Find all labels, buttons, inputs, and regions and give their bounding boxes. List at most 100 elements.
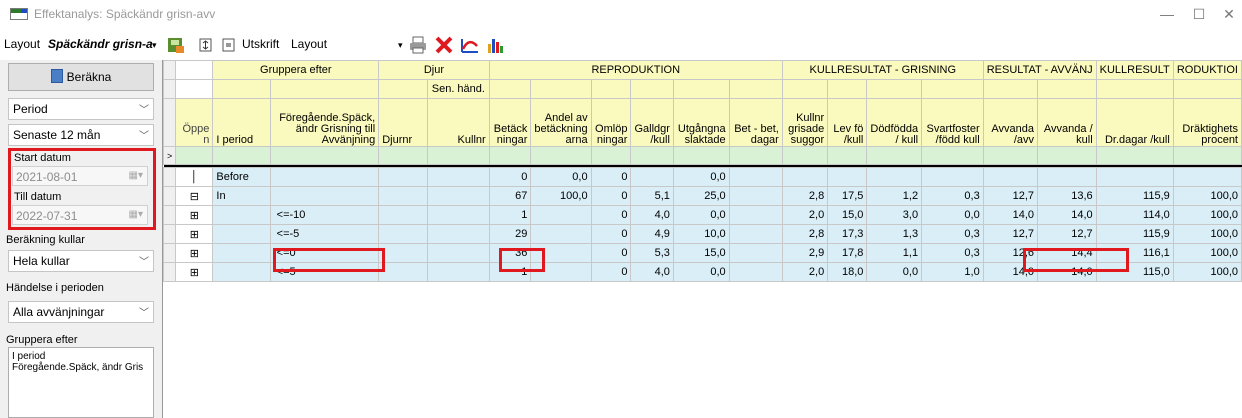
cell-betbet[interactable] (728, 224, 783, 244)
cell-kn[interactable] (781, 167, 829, 187)
cell-dr[interactable]: 114,0 (1095, 205, 1174, 225)
printer-icon[interactable] (408, 35, 428, 55)
cell-svart[interactable] (921, 167, 984, 187)
cell-dod[interactable]: 1,3 (866, 224, 923, 244)
tree-expand-icon[interactable]: ⊞ (175, 224, 214, 244)
cell-foregaende[interactable] (269, 167, 380, 187)
cell-lev[interactable]: 18,0 (827, 262, 868, 282)
print-label[interactable]: Utskrift (242, 37, 279, 51)
kullar-select[interactable]: Hela kullar ﹀ (8, 250, 154, 272)
cell-oml[interactable]: 0 (590, 186, 632, 206)
col-kullnr-grisade[interactable]: Kullnr grisade suggor (781, 98, 829, 147)
list-item[interactable]: I period (12, 351, 150, 362)
cell-betbet[interactable] (728, 262, 783, 282)
tree-expand-icon[interactable]: ⊞ (175, 262, 214, 282)
col-kullnr[interactable]: Kullnr (427, 98, 490, 147)
cell-betbet[interactable] (728, 243, 783, 263)
close-button[interactable]: ✕ (1214, 4, 1242, 24)
cell-betbet[interactable] (728, 167, 783, 187)
cell-avv1[interactable]: 12,7 (982, 224, 1039, 244)
cell-avv2[interactable]: 14,0 (1037, 205, 1097, 225)
bar-chart-icon[interactable] (486, 35, 506, 55)
col-avvanda-kull[interactable]: Avvanda / kull (1037, 98, 1097, 147)
cell-drakt[interactable]: 100,0 (1172, 205, 1242, 225)
layout-dropdown[interactable]: Layout (291, 37, 327, 51)
cell-oml[interactable]: 0 (590, 167, 632, 187)
cell-dod[interactable]: 3,0 (866, 205, 923, 225)
cell-oml[interactable]: 0 (590, 224, 632, 244)
cell-svart[interactable]: 0,3 (921, 224, 984, 244)
cell-kn[interactable]: 2,8 (781, 224, 829, 244)
cell-gall[interactable]: 5,3 (630, 243, 674, 263)
cell-avv2[interactable]: 13,6 (1037, 186, 1097, 206)
cell-svart[interactable]: 0,3 (921, 243, 984, 263)
cell-kn[interactable]: 2,9 (781, 243, 829, 263)
cell-avv1[interactable]: 14,0 (982, 205, 1039, 225)
chevron-down-icon[interactable]: ▾ (152, 40, 157, 51)
table-row[interactable]: │ Before 0 0,0 0 0,0 (162, 167, 1242, 187)
collapse-icon[interactable] (219, 35, 239, 55)
cell-utg[interactable]: 0,0 (672, 262, 730, 282)
cell-andel[interactable] (530, 205, 592, 225)
cell-utg[interactable]: 0,0 (672, 167, 730, 187)
col-foregaende[interactable]: Föregående.Späck, ändr Grisning till Avv… (269, 98, 380, 147)
tree-line-icon[interactable]: │ (175, 167, 214, 187)
table-row[interactable]: ⊞ <=-10 1 0 4,0 0,0 2,0 15,0 3,0 0,0 14,0 14,0 114,0… (162, 205, 1242, 225)
col-i-period[interactable]: I period (212, 98, 271, 147)
minimize-button[interactable]: — (1152, 4, 1182, 24)
cell-dod[interactable]: 1,1 (866, 243, 923, 263)
cell-i-period[interactable]: In (212, 186, 271, 206)
cell-i-period[interactable] (212, 243, 271, 263)
cell-utg[interactable]: 10,0 (672, 224, 730, 244)
cell-avv2[interactable]: 12,7 (1037, 224, 1097, 244)
cell-utg[interactable]: 25,0 (672, 186, 730, 206)
expand-icon[interactable] (196, 35, 216, 55)
col-bet-bet[interactable]: Bet - bet, dagar (728, 98, 783, 147)
cell-oml[interactable]: 0 (590, 262, 632, 282)
list-item[interactable]: Föregående.Späck, ändr Gris (12, 362, 150, 373)
cell-dr[interactable]: 115,9 (1095, 186, 1174, 206)
cell-bet[interactable]: 0 (488, 167, 532, 187)
cell-svart[interactable]: 0,0 (921, 205, 984, 225)
cell-utg[interactable]: 15,0 (672, 243, 730, 263)
col-andel[interactable]: Andel av betäckning arna (530, 98, 592, 147)
cell-dod[interactable]: 0,0 (866, 262, 923, 282)
col-lev-fo[interactable]: Lev fö /kull (827, 98, 868, 147)
cell-drakt[interactable]: 100,0 (1172, 262, 1242, 282)
cell-svart[interactable]: 0,3 (921, 186, 984, 206)
cell-avv1[interactable]: 12,7 (982, 186, 1039, 206)
calculate-button[interactable]: Beräkna (8, 63, 154, 91)
tree-expand-icon[interactable]: ⊞ (175, 205, 214, 225)
cell-dod[interactable] (866, 167, 923, 187)
cell-gall[interactable] (630, 167, 674, 187)
cell-lev[interactable]: 17,3 (827, 224, 868, 244)
period-type-select[interactable]: Period ﹀ (8, 98, 154, 120)
cell-betbet[interactable] (728, 186, 783, 206)
cell-drakt[interactable]: 100,0 (1172, 224, 1242, 244)
cell-dr[interactable] (1095, 167, 1174, 187)
cell-foregaende[interactable]: <=-10 (269, 205, 380, 225)
col-utgangna[interactable]: Utgångna slaktade (672, 98, 730, 147)
cell-avv1[interactable] (982, 167, 1039, 187)
period-range-select[interactable]: Senaste 12 mån ﹀ (8, 124, 154, 146)
col-betackningar[interactable]: Betäck ningar (488, 98, 532, 147)
cell-betbet[interactable] (728, 205, 783, 225)
cell-andel[interactable]: 0,0 (530, 167, 592, 187)
cell-lev[interactable]: 17,5 (827, 186, 868, 206)
cell-i-period[interactable] (212, 205, 271, 225)
delete-icon[interactable] (434, 35, 454, 55)
cell-oml[interactable]: 0 (590, 205, 632, 225)
maximize-button[interactable]: ☐ (1184, 4, 1214, 24)
col-draktighet[interactable]: Dräktighets procent (1172, 98, 1242, 147)
tree-collapse-icon[interactable]: ⊟ (175, 186, 214, 206)
cell-foregaende[interactable] (269, 186, 380, 206)
cell-andel[interactable] (530, 224, 592, 244)
tree-expand-icon[interactable]: ⊞ (175, 243, 214, 263)
layout-name-select[interactable]: Späckändr grisn-a (48, 37, 153, 51)
cell-oml[interactable]: 0 (590, 243, 632, 263)
cell-kn[interactable]: 2,0 (781, 205, 829, 225)
cell-bet[interactable]: 67 (488, 186, 532, 206)
chart-curve-icon[interactable] (460, 35, 480, 55)
col-drdagar[interactable]: Dr.dagar /kull (1095, 98, 1174, 147)
cell-gall[interactable]: 4,0 (630, 205, 674, 225)
